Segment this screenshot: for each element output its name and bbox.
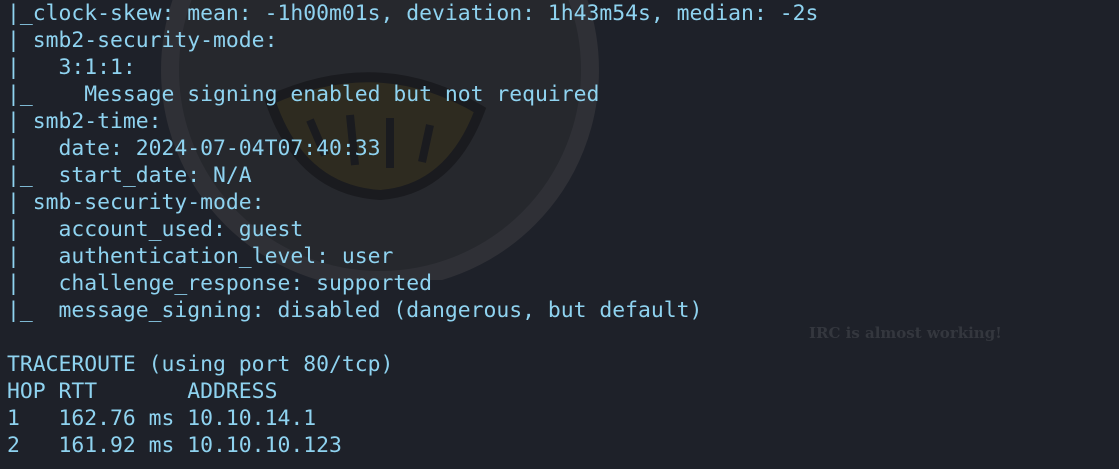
traceroute-hop-row: 1 162.76 ms 10.10.14.1	[7, 406, 317, 431]
terminal-line: | challenge_response: supported	[7, 271, 432, 296]
terminal-line: | smb-security-mode:	[7, 190, 265, 215]
terminal-line: | smb2-security-mode:	[7, 28, 278, 53]
terminal-line: |_ message_signing: disabled (dangerous,…	[7, 298, 703, 323]
terminal-line: |_clock-skew: mean: -1h00m01s, deviation…	[7, 1, 819, 26]
traceroute-heading: TRACEROUTE (using port 80/tcp)	[7, 352, 394, 377]
terminal-output: |_clock-skew: mean: -1h00m01s, deviation…	[0, 0, 1119, 459]
irc-status-note: IRC is almost working!	[809, 324, 1002, 342]
terminal-line: | smb2-time:	[7, 109, 162, 134]
traceroute-column-headers: HOP RTT ADDRESS	[7, 379, 278, 404]
traceroute-hop-row: 2 161.92 ms 10.10.10.123	[7, 433, 342, 458]
terminal-window[interactable]: |_clock-skew: mean: -1h00m01s, deviation…	[0, 0, 1119, 469]
terminal-line: | authentication_level: user	[7, 244, 394, 269]
terminal-line: | date: 2024-07-04T07:40:33	[7, 136, 381, 161]
terminal-line: |_ start_date: N/A	[7, 163, 252, 188]
terminal-line: | account_used: guest	[7, 217, 304, 242]
terminal-line: |_ Message signing enabled but not requi…	[7, 82, 600, 107]
terminal-line: | 3:1:1:	[7, 55, 136, 80]
